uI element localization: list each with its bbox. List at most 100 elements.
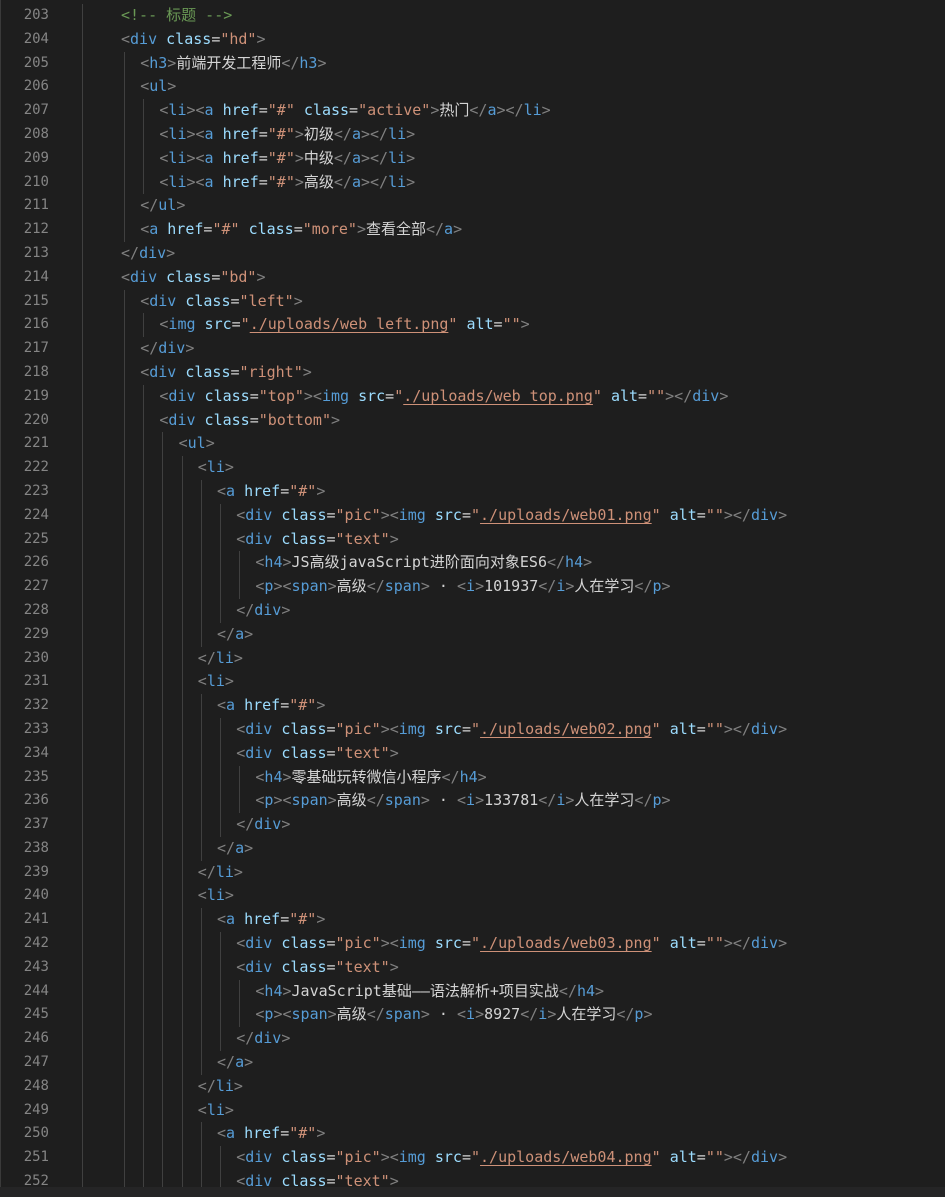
indent-guide — [220, 1003, 221, 1028]
indent-guide — [124, 384, 125, 409]
code-line[interactable]: 250 <a href="#"> — [0, 1122, 945, 1147]
indent-guide — [82, 146, 83, 171]
code-line[interactable]: 231 <li> — [0, 670, 945, 695]
token-punct: </ — [366, 1005, 385, 1024]
code-text: <div class="top"><img src="./uploads/web… — [159, 385, 728, 409]
token-link[interactable]: ./uploads/web03.png — [480, 934, 652, 952]
code-line[interactable]: 233 <div class="pic"><img src="./uploads/… — [0, 717, 945, 742]
code-line[interactable]: 217 </div> — [0, 337, 945, 361]
code-line[interactable]: 232 <a href="#"> — [0, 694, 945, 718]
indent-guide — [124, 979, 125, 1004]
code-line[interactable]: 241 <a href="#"> — [0, 908, 945, 933]
code-line[interactable]: 224 <div class="pic"><img src="./uploads/… — [0, 503, 945, 528]
indent-guide — [82, 1051, 83, 1075]
code-line[interactable]: 214 <div class="bd"> — [0, 265, 945, 290]
token-punct: > — [430, 101, 440, 120]
token-punct: > — [281, 600, 291, 619]
indent-guide — [143, 979, 145, 1004]
code-line[interactable]: 222 <li> — [0, 456, 945, 480]
indent-guide — [124, 741, 125, 766]
token-str: " — [471, 505, 481, 524]
code-line[interactable]: 245 <p><span>高级</span> · <i>8927</i>人在学习<… — [0, 1003, 945, 1028]
code-line[interactable]: 210 <li><a href="#">高级</a></li> — [0, 170, 945, 195]
code-line[interactable]: 223 <a href="#"> — [0, 479, 945, 504]
code-line[interactable]: 249 <li> — [0, 1098, 945, 1123]
code-line[interactable]: 227 <p><span>高级</span> · <i>101937</i>人在学… — [0, 575, 945, 599]
code-editor[interactable]: 203 <!-- 标题 --> 204 <div class="hd"> 205 <h3>… — [0, 0, 945, 1197]
code-line[interactable]: 243 <div class="text"> — [0, 955, 945, 980]
code-line[interactable]: 237 </div> — [0, 813, 945, 837]
code-line[interactable]: 226 <h4>JS高级javaScript进阶面向对象ES6</h4> — [0, 551, 945, 576]
code-line[interactable]: 221 <ul> — [0, 432, 945, 457]
indent-guide — [124, 551, 125, 576]
token-text: 零基础玩转微信小程序 — [291, 767, 442, 786]
code-line[interactable]: 251 <div class="pic"><img src="./uploads/… — [0, 1146, 945, 1171]
code-line[interactable]: 244 <h4>JavaScript基础——语法解析+项目实战</h4> — [0, 979, 945, 1004]
indent-guide — [200, 1003, 202, 1028]
code-line[interactable]: 238 </a> — [0, 836, 945, 861]
code-line[interactable]: 220 <div class="bottom"> — [0, 408, 945, 433]
indent-guide — [124, 218, 125, 242]
code-line[interactable]: 219 <div class="top"><img src="./uploads/… — [0, 384, 945, 409]
code-line[interactable]: 212 <a href="#" class="more">查看全部</a> — [0, 218, 945, 242]
token-punct: </ — [469, 101, 488, 120]
code-line[interactable]: 229 </a> — [0, 622, 945, 647]
code-line[interactable]: 211 </ul> — [0, 194, 945, 219]
code-line[interactable]: 239 </li> — [0, 860, 945, 885]
indent-guide — [220, 932, 221, 956]
code-line[interactable]: 228 </div> — [0, 598, 945, 623]
code-line[interactable]: 247 </a> — [0, 1051, 945, 1075]
code-line[interactable]: 215 <div class="left"> — [0, 289, 945, 314]
token-tag: li — [523, 101, 542, 120]
code-line[interactable]: 246 </div> — [0, 1027, 945, 1052]
code-line[interactable]: 205 <h3>前端开发工程师</h3> — [0, 51, 945, 76]
token-punct: < — [236, 743, 246, 762]
code-line[interactable]: 236 <p><span>高级</span> · <i>133781</i>人在学… — [0, 789, 945, 814]
code-line[interactable]: 242 <div class="pic"><img src="./uploads/… — [0, 932, 945, 956]
token-link[interactable]: ./uploads/web02.png — [480, 720, 652, 738]
code-line[interactable]: 206 <ul> — [0, 75, 945, 100]
indent-guide — [124, 1122, 125, 1147]
token-punct: > — [294, 124, 304, 143]
code-line[interactable]: 230 </li> — [0, 646, 945, 671]
code-lines[interactable]: 203 <!-- 标题 --> 204 <div class="hd"> 205 <h3>… — [0, 4, 945, 1194]
code-line[interactable]: 203 <!-- 标题 --> — [0, 4, 945, 28]
token-eq: = — [211, 267, 221, 286]
token-tag: i — [538, 1005, 548, 1024]
indent-guide — [143, 932, 145, 956]
code-line[interactable]: 225 <div class="text"> — [0, 527, 945, 552]
token-tag: li — [168, 101, 187, 120]
token-link[interactable]: ./uploads/web_top.png — [403, 387, 593, 405]
code-line[interactable]: 216 <img src="./uploads/web_left.png" alt… — [0, 313, 945, 338]
token-punct: </ — [538, 577, 557, 596]
indent-guide — [82, 670, 83, 695]
indent-guide — [143, 1146, 145, 1171]
token-tag: a — [351, 172, 361, 191]
code-line[interactable]: 208 <li><a href="#">初级</a></li> — [0, 122, 945, 147]
code-line[interactable]: 235 <h4>零基础玩转微信小程序</h4> — [0, 765, 945, 790]
code-line[interactable]: 213 </div> — [0, 241, 945, 266]
code-line[interactable]: 204 <div class="hd"> — [0, 27, 945, 52]
indent-guide — [82, 908, 83, 933]
token-attr: alt — [669, 505, 697, 524]
code-line[interactable]: 240 <li> — [0, 884, 945, 909]
token-link[interactable]: ./uploads/web04.png — [480, 1148, 652, 1166]
code-line[interactable]: 248 </li> — [0, 1074, 945, 1099]
code-line[interactable]: 218 <div class="right"> — [0, 360, 945, 385]
code-text: <a href="#"> — [217, 1122, 325, 1146]
token-attr: class — [281, 1148, 327, 1167]
indent-guide — [143, 575, 145, 599]
horizontal-scrollbar[interactable] — [0, 1187, 945, 1197]
token-attr: class — [185, 362, 231, 381]
indent-guide — [220, 789, 221, 814]
code-line[interactable]: 209 <li><a href="#">中级</a></li> — [0, 146, 945, 171]
code-text: <li><a href="#">初级</a></li> — [159, 123, 415, 147]
indent-guide — [82, 1122, 83, 1147]
token-link[interactable]: ./uploads/web_left.png — [250, 315, 449, 333]
token-attr: href — [244, 481, 281, 500]
code-line[interactable]: 207 <li><a href="#" class="active">热门</a>… — [0, 99, 945, 123]
token-punct: < — [236, 957, 246, 976]
indent-guide — [124, 289, 125, 314]
code-line[interactable]: 234 <div class="text"> — [0, 741, 945, 766]
token-link[interactable]: ./uploads/web01.png — [480, 506, 652, 524]
